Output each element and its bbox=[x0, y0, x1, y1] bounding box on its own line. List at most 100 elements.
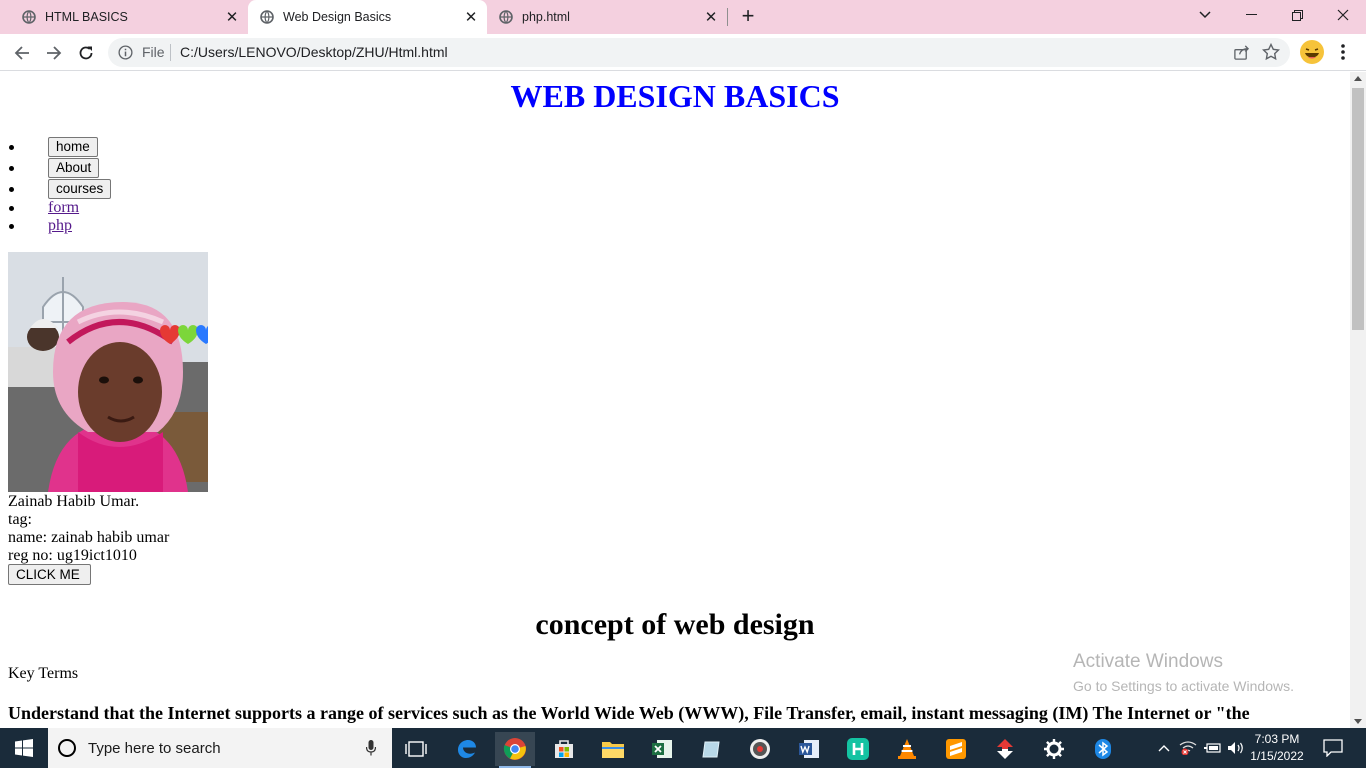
taskbar-settings[interactable] bbox=[1034, 732, 1074, 766]
page-title: WEB DESIGN BASICS bbox=[510, 78, 840, 114]
minimize-icon bbox=[1245, 14, 1257, 15]
bluetooth-icon bbox=[1095, 739, 1111, 759]
taskbar-clock[interactable]: 7:03 PM 1/15/2022 bbox=[1248, 731, 1306, 765]
search-icon bbox=[58, 739, 76, 757]
profile-photo bbox=[8, 252, 208, 492]
notification-center-button[interactable] bbox=[1320, 728, 1346, 768]
reg-number-label: reg no: ug19ict1010 bbox=[8, 547, 137, 564]
taskbar-chrome[interactable] bbox=[495, 732, 535, 768]
globe-icon bbox=[22, 10, 36, 24]
bullet bbox=[9, 166, 14, 171]
network-status[interactable] bbox=[1178, 728, 1198, 768]
tab-web-design-basics[interactable]: Web Design Basics ✕ bbox=[248, 0, 487, 34]
form-link[interactable]: form bbox=[48, 199, 79, 217]
security-chip-label: File bbox=[142, 44, 165, 60]
windows-logo-icon bbox=[15, 739, 33, 757]
taskbar-store[interactable] bbox=[544, 732, 584, 766]
bullet bbox=[9, 145, 14, 150]
new-tab-button[interactable]: + bbox=[736, 4, 760, 28]
php-link[interactable]: php bbox=[48, 217, 72, 235]
taskbar-bluetooth[interactable] bbox=[1083, 732, 1123, 766]
taskbar-media-player[interactable] bbox=[740, 732, 780, 766]
vertical-scrollbar[interactable] bbox=[1350, 72, 1366, 728]
start-button[interactable] bbox=[0, 728, 48, 768]
tag-label: tag: bbox=[8, 511, 32, 528]
activate-windows-watermark: Activate Windows Go to Settings to activ… bbox=[1073, 651, 1294, 694]
bullet bbox=[9, 206, 14, 211]
courses-button[interactable]: courses bbox=[48, 179, 112, 199]
battery-icon bbox=[1204, 743, 1221, 753]
search-placeholder: Type here to search bbox=[88, 740, 221, 757]
info-icon[interactable] bbox=[118, 45, 133, 60]
key-terms-label: Key Terms bbox=[8, 665, 79, 682]
profile-avatar[interactable] bbox=[1300, 40, 1324, 64]
close-window-button[interactable] bbox=[1320, 0, 1366, 30]
taskbar-file-explorer[interactable] bbox=[593, 732, 633, 766]
back-button[interactable] bbox=[8, 39, 36, 67]
taskbar-edge[interactable] bbox=[447, 732, 487, 766]
tab-label: php.html bbox=[522, 10, 570, 24]
restore-button[interactable] bbox=[1274, 0, 1320, 30]
taskbar-sublime[interactable] bbox=[936, 732, 976, 766]
taskbar-word[interactable] bbox=[789, 732, 829, 766]
taskbar-excel[interactable] bbox=[642, 732, 682, 766]
globe-icon bbox=[260, 10, 274, 24]
browser-menu-button[interactable] bbox=[1336, 42, 1350, 62]
close-icon[interactable]: ✕ bbox=[224, 9, 240, 26]
emoji-avatar-icon bbox=[1301, 41, 1323, 63]
tab-html-basics[interactable]: HTML BASICS ✕ bbox=[8, 0, 248, 34]
tab-search-button[interactable] bbox=[1182, 0, 1228, 30]
taskbar-search-box[interactable]: Type here to search bbox=[48, 728, 392, 768]
globe-icon bbox=[499, 10, 513, 24]
tab-php-html[interactable]: php.html ✕ bbox=[487, 0, 727, 34]
taskbar-h-app[interactable] bbox=[838, 732, 878, 766]
star-icon[interactable] bbox=[1262, 43, 1280, 61]
close-icon[interactable]: ✕ bbox=[703, 9, 719, 26]
scrollbar-thumb[interactable] bbox=[1352, 88, 1364, 330]
divider bbox=[170, 44, 171, 61]
address-bar[interactable]: File C:/Users/LENOVO/Desktop/ZHU/Html.ht… bbox=[108, 38, 1290, 67]
notification-icon bbox=[1323, 739, 1343, 757]
microphone-icon[interactable] bbox=[366, 740, 376, 756]
browser-toolbar: File C:/Users/LENOVO/Desktop/ZHU/Html.ht… bbox=[0, 34, 1366, 71]
windows-taskbar: Type here to search 7:03 PM 1/15/2022 bbox=[0, 728, 1366, 768]
minimize-button[interactable] bbox=[1228, 0, 1274, 30]
watermark-title: Activate Windows bbox=[1073, 651, 1223, 672]
taskbar-transfer-app[interactable] bbox=[985, 732, 1025, 766]
volume-control[interactable] bbox=[1226, 728, 1246, 768]
app-glass-icon bbox=[702, 741, 720, 758]
tab-divider bbox=[727, 8, 728, 26]
chrome-icon bbox=[503, 738, 526, 760]
share-icon[interactable] bbox=[1233, 44, 1250, 61]
about-button[interactable]: About bbox=[48, 158, 100, 178]
taskbar-vlc[interactable] bbox=[887, 732, 927, 766]
photo-image bbox=[8, 252, 208, 492]
clock-date: 1/15/2022 bbox=[1250, 749, 1304, 763]
scroll-down-arrow-icon[interactable] bbox=[1354, 719, 1362, 724]
intro-paragraph: Understand that the Internet supports a … bbox=[8, 703, 1250, 723]
bullet bbox=[9, 187, 14, 192]
more-vertical-icon bbox=[1341, 44, 1345, 60]
clock-time: 7:03 PM bbox=[1254, 732, 1300, 746]
vlc-cone-icon bbox=[898, 739, 916, 759]
home-button[interactable]: home bbox=[48, 137, 98, 157]
photo-caption: Zainab Habib Umar. bbox=[8, 493, 140, 510]
tab-label: HTML BASICS bbox=[45, 10, 128, 24]
watermark-subtitle: Go to Settings to activate Windows. bbox=[1073, 678, 1294, 694]
forward-button[interactable] bbox=[40, 39, 68, 67]
show-hidden-icons-button[interactable] bbox=[1154, 728, 1174, 768]
task-view-icon bbox=[405, 741, 427, 757]
excel-icon bbox=[652, 740, 672, 758]
wifi-off-icon bbox=[1179, 741, 1197, 755]
reload-button[interactable] bbox=[72, 39, 100, 67]
taskbar-app-glass[interactable] bbox=[691, 732, 731, 766]
close-icon[interactable]: ✕ bbox=[463, 9, 479, 26]
click-me-button[interactable]: CLICK ME bbox=[8, 564, 91, 585]
word-icon bbox=[799, 740, 819, 758]
task-view-button[interactable] bbox=[396, 732, 436, 766]
media-disc-icon bbox=[750, 739, 770, 759]
url-text[interactable]: C:/Users/LENOVO/Desktop/ZHU/Html.html bbox=[180, 44, 448, 60]
battery-status[interactable] bbox=[1202, 728, 1222, 768]
section-heading: concept of web design bbox=[535, 608, 815, 641]
scroll-up-arrow-icon[interactable] bbox=[1354, 76, 1362, 81]
